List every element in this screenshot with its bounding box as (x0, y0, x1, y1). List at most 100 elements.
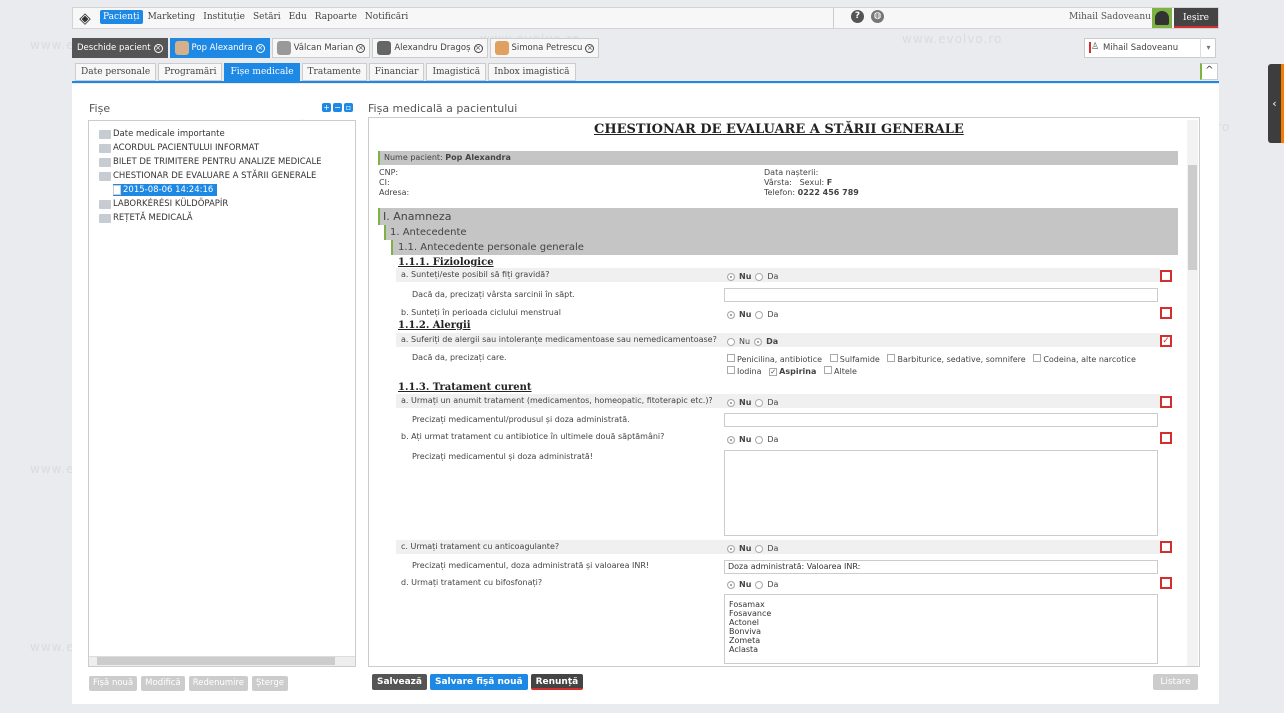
radio-yes[interactable] (755, 310, 764, 319)
allergy-option[interactable]: Barbiturice, sedative, somnifere (887, 354, 1026, 364)
menu-item-marketing[interactable]: Marketing (145, 10, 199, 24)
checkbox[interactable] (829, 354, 838, 362)
radio-no[interactable] (727, 580, 735, 589)
add-icon[interactable]: + (322, 103, 331, 112)
radio-yes[interactable] (754, 337, 763, 346)
bisphosphonates-list[interactable]: Fosamax Fosavance Actonel Bonviva Zometa… (724, 594, 1158, 664)
tab-date-personale[interactable]: Date personale (75, 63, 157, 81)
question-checkbox[interactable] (1160, 270, 1172, 282)
cancel-button[interactable]: Renunță (530, 674, 584, 690)
radio-menstrual[interactable]: Nu Da (727, 310, 778, 319)
allergy-option[interactable]: Penicilina, antibiotice (727, 354, 822, 364)
patient-tab-simona-petrescu[interactable]: Simona Petrescu × (489, 38, 600, 58)
menu-item-setari[interactable]: Setări (250, 10, 284, 24)
tab-imagistica[interactable]: Imagistică (426, 63, 487, 81)
close-icon[interactable]: × (585, 43, 595, 53)
question-checkbox[interactable] (1160, 541, 1172, 553)
minus-icon[interactable]: − (333, 103, 342, 112)
list-item[interactable]: Actonel (729, 618, 1153, 627)
inr-input[interactable]: Doza administrată: Valoarea INR: (724, 560, 1158, 574)
checkbox[interactable] (1033, 354, 1042, 362)
save-new-button[interactable]: Salvare fișă nouă (430, 674, 528, 690)
app-logo-icon[interactable]: ◈ (76, 9, 94, 27)
checkbox[interactable] (727, 366, 735, 374)
save-button[interactable]: Salvează (372, 674, 427, 690)
doctor-select[interactable]: Mihail Sadoveanu (1084, 38, 1216, 58)
allergy-option[interactable]: Iodina (727, 366, 762, 376)
question-checkbox[interactable] (1160, 432, 1172, 444)
question-checkbox-checked[interactable]: ✓ (1160, 335, 1172, 347)
radio-no[interactable] (727, 337, 735, 346)
radio-antibiotics[interactable]: Nu Da (727, 435, 778, 444)
tab-financiar[interactable]: Financiar (368, 63, 425, 81)
list-item[interactable]: Bonviva (729, 627, 1153, 636)
scrollbar-thumb[interactable] (1188, 165, 1197, 270)
tree-item[interactable]: REȚETĂ MEDICALĂ (99, 212, 193, 224)
allergy-option[interactable]: ✓ Aspirina (769, 367, 816, 376)
tab-programari[interactable]: Programări (158, 63, 223, 81)
tree-item-selected[interactable]: 2015-08-06 14:24:16 (113, 184, 218, 196)
radio-allergies[interactable]: Nu Da (727, 337, 778, 346)
radio-no[interactable] (727, 544, 735, 553)
close-icon[interactable]: × (153, 43, 163, 53)
radio-yes[interactable] (755, 435, 764, 444)
list-item[interactable]: Zometa (729, 636, 1153, 645)
delete-button[interactable]: Șterge (252, 676, 288, 691)
tree-item[interactable]: ACORDUL PACIENTULUI INFORMAT (99, 142, 259, 154)
radio-yes[interactable] (755, 544, 764, 553)
list-item[interactable]: Fosamax (729, 600, 1153, 609)
tab-inbox-imagistica[interactable]: Inbox imagistică (488, 63, 576, 81)
radio-no[interactable] (727, 310, 735, 319)
allergy-option[interactable]: Altele (824, 366, 857, 376)
side-panel-toggle[interactable]: ‹ (1268, 64, 1284, 143)
radio-yes[interactable] (755, 272, 764, 281)
tree-item[interactable]: LABORKÉRÉSI KÜLDÖPAPÍR (99, 198, 228, 210)
checkbox[interactable] (887, 354, 896, 362)
logout-button[interactable]: Ieșire (1174, 8, 1218, 28)
pregnancy-weeks-input[interactable] (724, 288, 1158, 302)
radio-pregnant[interactable]: Nu Da (727, 272, 778, 281)
close-icon[interactable]: × (356, 43, 366, 53)
help-icon[interactable]: ? (851, 10, 864, 23)
allergy-option[interactable]: Codeina, alte narcotice (1033, 354, 1136, 364)
radio-yes[interactable] (755, 398, 764, 407)
question-checkbox[interactable] (1160, 307, 1172, 319)
menu-item-institutie[interactable]: Instituție (200, 10, 248, 24)
expand-icon[interactable]: ▫ (344, 103, 353, 112)
menu-item-pacienti[interactable]: Pacienți (100, 10, 143, 24)
tab-fise-medicale[interactable]: Fișe medicale (224, 63, 300, 81)
patient-tab-pop-alexandra[interactable]: Pop Alexandra × (169, 38, 270, 58)
globe-icon[interactable]: ◍ (871, 10, 884, 23)
print-button[interactable]: Listare (1153, 674, 1198, 690)
radio-treatment[interactable]: Nu Da (727, 398, 778, 407)
patient-tab-alexandru-dragos[interactable]: Alexandru Dragoș × (372, 38, 488, 58)
radio-anticoagulants[interactable]: Nu Da (727, 544, 778, 553)
radio-no[interactable] (727, 398, 735, 407)
list-item[interactable]: Aclasta (729, 645, 1153, 654)
menu-item-edu[interactable]: Edu (286, 10, 310, 24)
tree-item[interactable]: CHESTIONAR DE EVALUARE A STĂRII GENERALE (99, 170, 316, 182)
radio-bisphosphonates[interactable]: Nu Da (727, 580, 778, 589)
new-record-button[interactable]: Fișă nouă (89, 676, 138, 691)
chevron-up-icon[interactable]: ^ (1200, 63, 1218, 80)
modify-button[interactable]: Modifică (141, 676, 185, 691)
antibiotics-textarea[interactable] (724, 450, 1158, 536)
chevron-down-icon[interactable]: ▾ (1200, 38, 1216, 58)
radio-yes[interactable] (755, 580, 764, 589)
tree-item[interactable]: Date medicale importante (99, 128, 225, 140)
checkbox[interactable] (824, 366, 833, 374)
menu-item-notificari[interactable]: Notificări (362, 10, 411, 24)
patient-tab-valcan-marian[interactable]: Vâlcan Marian × (271, 38, 371, 58)
radio-no[interactable] (727, 435, 735, 444)
open-patient-button[interactable]: Deschide pacient × (72, 38, 168, 58)
list-item[interactable]: Fosavance (729, 609, 1153, 618)
close-icon[interactable]: × (255, 43, 265, 53)
question-checkbox[interactable] (1160, 577, 1172, 589)
tree-item[interactable]: BILET DE TRIMITERE PENTRU ANALIZE MEDICA… (99, 156, 322, 168)
scrollbar-thumb[interactable] (97, 657, 335, 665)
close-icon[interactable]: × (473, 43, 483, 53)
checkbox[interactable] (727, 354, 735, 362)
allergy-option[interactable]: Sulfamide (829, 354, 880, 364)
radio-no[interactable] (727, 272, 735, 281)
treatment-input[interactable] (724, 413, 1158, 427)
